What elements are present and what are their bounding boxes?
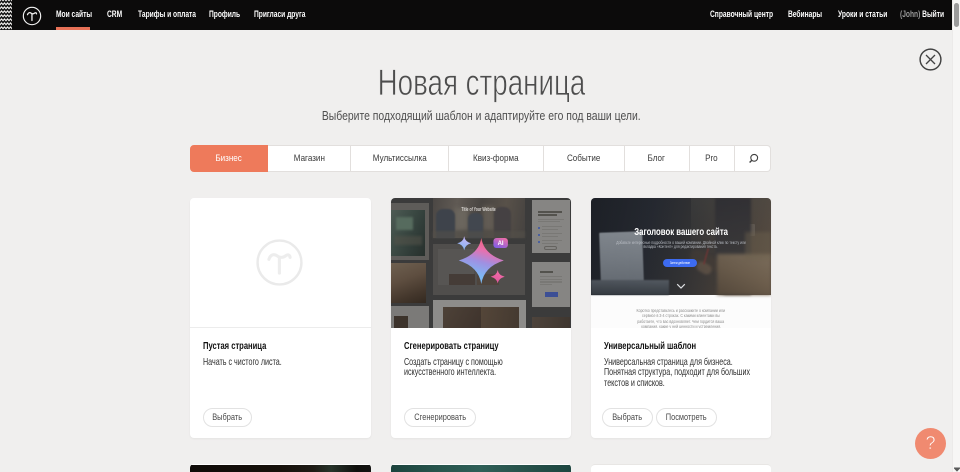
svg-text:AI: AI xyxy=(498,241,504,247)
